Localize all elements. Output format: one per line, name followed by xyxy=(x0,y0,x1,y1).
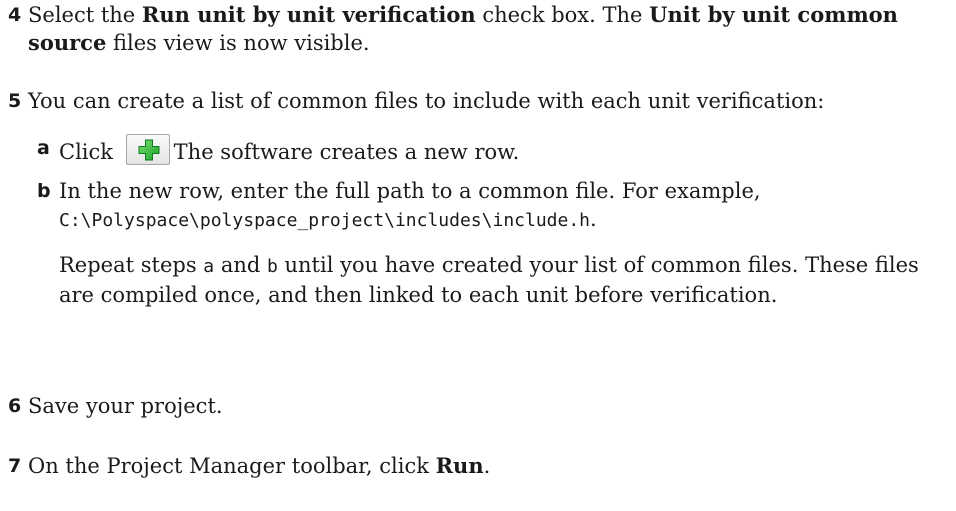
run-label: Run xyxy=(435,453,484,478)
step-7: 7 On the Project Manager toolbar, click … xyxy=(8,452,948,480)
repeat-note: Repeat steps a and b until you have crea… xyxy=(59,253,919,307)
step-number: 7 xyxy=(8,455,22,477)
substep-a: a Click The software creates a new row. xyxy=(37,134,948,166)
step-6: 6 Save your project. xyxy=(8,392,948,420)
substep-text: In the new row, enter the full path to a… xyxy=(59,179,761,231)
add-row-button[interactable] xyxy=(125,134,170,165)
substep-text: Click The software creates a new row. xyxy=(59,134,948,166)
step-text: Save your project. xyxy=(28,394,223,418)
step-5: 5 You can create a list of common files … xyxy=(8,87,948,115)
substep-letter: b xyxy=(37,180,51,202)
step-text: On the Project Manager toolbar, click Ru… xyxy=(28,453,491,478)
step-number: 4 xyxy=(8,4,22,26)
step-text: You can create a list of common files to… xyxy=(28,89,825,113)
run-unit-by-unit-label: Run unit by unit verification xyxy=(141,2,476,27)
step-number: 6 xyxy=(8,395,22,417)
step-text: Select the Run unit by unit verification… xyxy=(28,2,898,55)
document-page: 4 Select the Run unit by unit verificati… xyxy=(0,0,956,511)
step-4: 4 Select the Run unit by unit verificati… xyxy=(8,1,948,57)
example-path: C:\Polyspace\polyspace_project\includes\… xyxy=(59,210,591,231)
green-plus-add-icon xyxy=(138,139,160,161)
substep-letter: a xyxy=(37,137,50,159)
step-number: 5 xyxy=(8,90,22,112)
substep-b: b In the new row, enter the full path to… xyxy=(37,177,948,235)
